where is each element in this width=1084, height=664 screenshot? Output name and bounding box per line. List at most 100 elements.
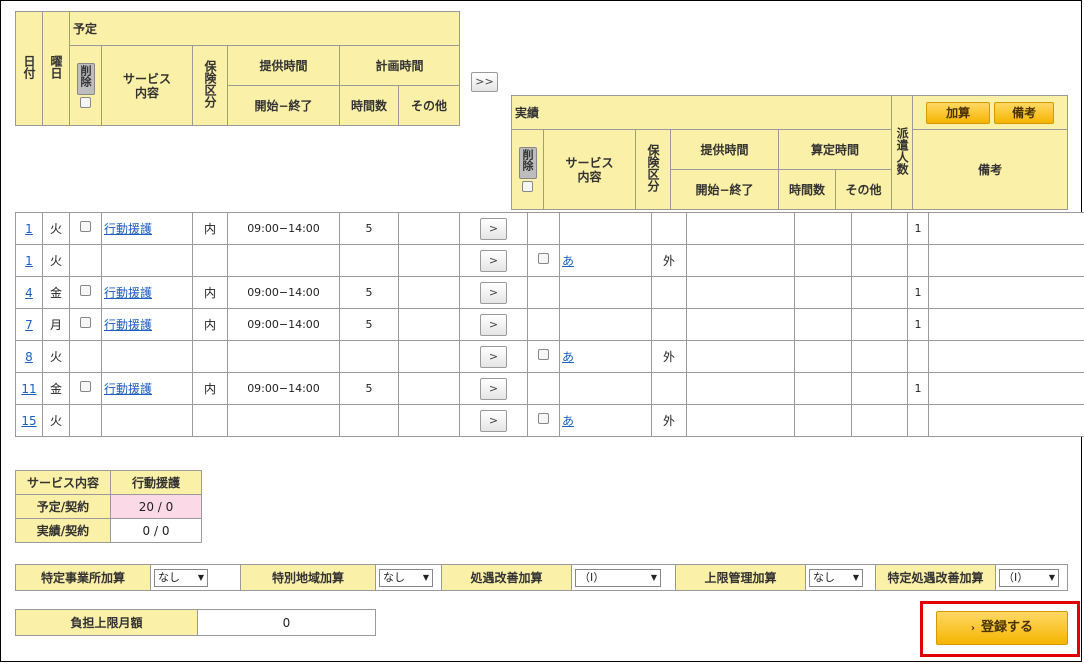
kasan-button[interactable]: 加算 <box>926 101 991 124</box>
summary-plan-value: 20 / 0 <box>110 494 202 519</box>
plan-other-cell <box>398 276 460 309</box>
burden-value: 0 <box>197 609 376 636</box>
dispatch-cell <box>907 404 929 437</box>
plan-row-checkbox[interactable] <box>80 316 91 328</box>
summary-table: サービス内容 行動援護 予定/契約 20 / 0 実績/契約 0 / 0 <box>15 470 202 543</box>
act-row-checkbox[interactable] <box>538 252 549 264</box>
dow-cell: 金 <box>42 276 70 309</box>
chevron-right-icon: › <box>970 623 976 634</box>
act-ins-cell <box>651 276 687 309</box>
act-time-cell <box>686 404 795 437</box>
plan-other-cell <box>398 404 460 437</box>
plan-select-all-checkbox[interactable] <box>80 96 91 108</box>
copy-row-button[interactable]: > <box>480 345 507 368</box>
plan-service-link[interactable]: 行動援護 <box>104 382 152 396</box>
plan-other-cell <box>398 244 460 277</box>
plan-service-link[interactable]: 行動援護 <box>104 286 152 300</box>
tokutei-shogu-select[interactable]: （Ⅰ） ▼ <box>999 568 1059 587</box>
dow-cell: 火 <box>42 212 70 245</box>
plan-insurance-header: 保険区分 <box>192 45 228 126</box>
plan-header-table: 日付 曜日 予定 削除 サービス内容 保険区分 提供時間 計画時間 開始−終了 … <box>15 11 461 126</box>
act-row-checkbox[interactable] <box>538 412 549 424</box>
act-service-link[interactable]: あ <box>562 414 574 428</box>
copy-row-cell: > <box>459 244 528 277</box>
copy-row-button[interactable]: > <box>480 313 507 336</box>
actual-header-table: 実績 派遣人数 加算 備考 削除 サービス内容 保険区分 提供時間 算定時間 備考… <box>510 95 1069 210</box>
plan-ins-cell: 内 <box>192 212 228 245</box>
table-row: 8 火 > あ 外 <box>15 340 1084 373</box>
summary-service-label: サービス内容 <box>15 470 111 495</box>
copy-all-button[interactable]: >> <box>471 72 498 92</box>
register-button[interactable]: › 登録する <box>936 611 1068 645</box>
summary-actual-label: 実績/契約 <box>15 518 111 543</box>
act-service-link[interactable]: あ <box>562 350 574 364</box>
plan-row-checkbox[interactable] <box>80 220 91 232</box>
plan-hours-cell <box>339 340 399 373</box>
plan-service-header: サービス内容 <box>101 45 193 126</box>
copy-row-button[interactable]: > <box>480 249 507 272</box>
tokutei-label: 特定事業所加算 <box>15 564 151 591</box>
plan-service-link[interactable]: 行動援護 <box>104 318 152 332</box>
act-row-checkbox-cell <box>527 244 560 277</box>
plan-service-cell: 行動援護 <box>101 212 193 245</box>
jogen-select[interactable]: なし ▼ <box>809 568 863 587</box>
dispatch-cell <box>907 340 929 373</box>
tokubetsu-select[interactable]: なし ▼ <box>379 568 433 587</box>
chevron-down-icon: ▼ <box>650 572 657 582</box>
plan-row-checkbox-cell <box>69 276 102 309</box>
jisseki-header: 実績 <box>510 95 893 130</box>
shogu-select[interactable]: （Ⅰ） ▼ <box>575 568 661 587</box>
act-row-checkbox-cell <box>527 340 560 373</box>
act-row-checkbox[interactable] <box>538 348 549 360</box>
day-link[interactable]: 4 <box>15 276 43 309</box>
plan-row-checkbox[interactable] <box>80 284 91 296</box>
copy-row-button[interactable]: > <box>480 377 507 400</box>
plan-service-link[interactable]: 行動援護 <box>104 222 152 236</box>
copy-row-button[interactable]: > <box>480 281 507 304</box>
dow-cell: 月 <box>42 308 70 341</box>
actual-service-header: サービス内容 <box>543 129 636 210</box>
plan-time-header: 計画時間 <box>338 45 461 86</box>
plan-hours-cell: 5 <box>339 308 399 341</box>
actual-provide-time-header: 提供時間 <box>670 129 779 170</box>
plan-delete-header: 削除 <box>69 45 102 126</box>
plan-time-cell <box>227 340 340 373</box>
shogu-label: 処遇改善加算 <box>441 564 572 591</box>
plan-delete-all-button[interactable]: 削除 <box>76 62 95 95</box>
plan-time-cell: 09:00−14:00 <box>227 276 340 309</box>
act-service-link[interactable]: あ <box>562 254 574 268</box>
act-service-cell <box>559 308 652 341</box>
day-link[interactable]: 8 <box>15 340 43 373</box>
actual-select-all-checkbox[interactable] <box>522 180 533 192</box>
dow-cell: 火 <box>42 340 70 373</box>
act-ins-cell <box>651 308 687 341</box>
act-other-cell <box>851 212 908 245</box>
dow-cell: 火 <box>42 244 70 277</box>
act-notes-cell <box>928 244 1084 277</box>
tokutei-select[interactable]: なし ▼ <box>154 568 208 587</box>
day-link[interactable]: 7 <box>15 308 43 341</box>
plan-row-checkbox-cell <box>69 372 102 405</box>
day-link[interactable]: 15 <box>15 404 43 437</box>
plan-hours-cell: 5 <box>339 212 399 245</box>
day-link[interactable]: 1 <box>15 212 43 245</box>
day-link[interactable]: 11 <box>15 372 43 405</box>
biko-button[interactable]: 備考 <box>994 101 1055 124</box>
plan-row-checkbox-cell <box>69 340 102 373</box>
act-service-cell <box>559 276 652 309</box>
act-time-cell <box>686 276 795 309</box>
plan-row-checkbox[interactable] <box>80 380 91 392</box>
actual-delete-all-button[interactable]: 削除 <box>518 146 537 179</box>
plan-row-checkbox-cell <box>69 308 102 341</box>
copy-row-button[interactable]: > <box>480 217 507 240</box>
plan-ins-cell: 内 <box>192 308 228 341</box>
plan-other-cell <box>398 372 460 405</box>
dow-header: 曜日 <box>42 11 70 126</box>
day-link[interactable]: 1 <box>15 244 43 277</box>
copy-row-button[interactable]: > <box>480 409 507 432</box>
act-hours-cell <box>794 308 852 341</box>
plan-ins-cell <box>192 244 228 277</box>
chevron-down-icon: ▼ <box>197 572 204 582</box>
plan-service-cell: 行動援護 <box>101 308 193 341</box>
plan-hours-cell <box>339 404 399 437</box>
